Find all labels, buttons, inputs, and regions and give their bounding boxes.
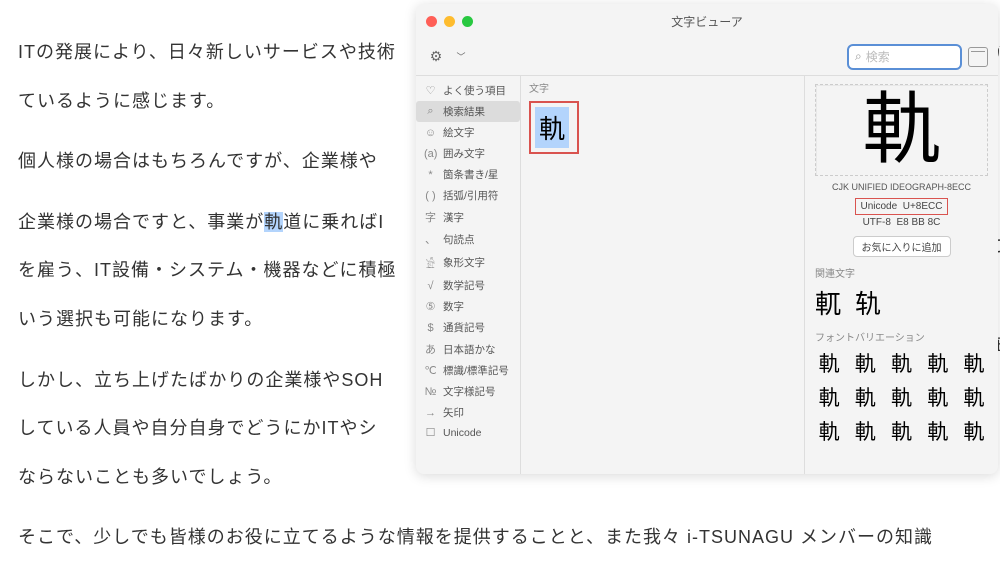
sidebar-item-signs[interactable]: ℃標識/標準記号 bbox=[416, 360, 520, 381]
search-placeholder: 検索 bbox=[866, 48, 890, 65]
sidebar-item-favorites[interactable]: ♡よく使う項目 bbox=[416, 80, 520, 101]
results-pane: 文字 軌 bbox=[521, 76, 805, 474]
sidebar-item-currency[interactable]: $通貨記号 bbox=[416, 317, 520, 338]
char-name: CJK UNIFIED IDEOGRAPH-8ECC bbox=[815, 182, 988, 192]
preview-char: 軌 bbox=[815, 84, 988, 176]
clock-icon: ♡ bbox=[424, 84, 437, 97]
window-title: 文字ビューア bbox=[416, 13, 998, 30]
variation-char[interactable]: 軌 bbox=[887, 416, 915, 446]
variation-char[interactable]: 軌 bbox=[851, 348, 879, 378]
variation-char[interactable]: 軌 bbox=[815, 416, 843, 446]
variation-char[interactable]: 軌 bbox=[960, 382, 988, 412]
sidebar-item-bullets[interactable]: *箇条書き/星 bbox=[416, 164, 520, 185]
sidebar-item-unicode[interactable]: ☐Unicode bbox=[416, 423, 520, 442]
sidebar-item-arrows[interactable]: →矢印 bbox=[416, 402, 520, 423]
smile-icon: ☺ bbox=[424, 127, 437, 139]
variation-char[interactable]: 軌 bbox=[960, 416, 988, 446]
titlebar: 文字ビューア bbox=[416, 4, 998, 38]
chevron-down-icon[interactable]: ﹀ bbox=[451, 47, 471, 67]
dollar-icon: $ bbox=[424, 322, 437, 334]
unicode-codepoint: Unicode U+8ECC bbox=[855, 198, 947, 215]
results-label: 文字 bbox=[529, 80, 796, 95]
sidebar-item-search-results[interactable]: ⌕検索結果 bbox=[416, 101, 520, 122]
variation-label: フォントバリエーション bbox=[815, 329, 988, 344]
variation-char[interactable]: 軌 bbox=[815, 382, 843, 412]
sidebar-item-letterlike[interactable]: №文字様記号 bbox=[416, 381, 520, 402]
sidebar: ♡よく使う項目 ⌕検索結果 ☺絵文字 (a)囲み文字 *箇条書き/星 ( )括弧… bbox=[416, 76, 521, 474]
search-icon: ⌕ bbox=[855, 49, 862, 64]
highlighted-char: 軌 bbox=[264, 212, 283, 232]
variation-char[interactable]: 軌 bbox=[924, 382, 952, 412]
variation-char[interactable]: 軌 bbox=[924, 416, 952, 446]
character-viewer-window: 文字ビューア ⚙ ﹀ ⌕ 検索 ♡よく使う項目 ⌕検索結果 ☺絵文字 (a)囲み… bbox=[416, 4, 998, 474]
sidebar-item-brackets[interactable]: ( )括弧/引用符 bbox=[416, 185, 520, 206]
sign-icon: ℃ bbox=[424, 364, 437, 377]
variation-char[interactable]: 軌 bbox=[887, 348, 915, 378]
toolbar: ⚙ ﹀ ⌕ 検索 bbox=[416, 38, 998, 76]
related-chars: 軏 轨 bbox=[815, 284, 988, 321]
sidebar-item-enclosed[interactable]: (a)囲み文字 bbox=[416, 143, 520, 164]
letterlike-icon: № bbox=[424, 386, 437, 398]
sidebar-item-kanji[interactable]: 字漢字 bbox=[416, 206, 520, 228]
kanji-icon: 字 bbox=[424, 209, 437, 225]
result-char[interactable]: 軌 bbox=[535, 107, 569, 148]
related-char[interactable]: 轨 bbox=[855, 284, 881, 321]
enclosed-icon: (a) bbox=[424, 148, 437, 160]
picto-icon: 𓀀 bbox=[424, 253, 437, 272]
bracket-icon: ( ) bbox=[424, 190, 437, 202]
search-icon: ⌕ bbox=[424, 105, 437, 118]
variation-char[interactable]: 軌 bbox=[924, 348, 952, 378]
digit-icon: ⑤ bbox=[424, 300, 437, 313]
result-highlight-box: 軌 bbox=[529, 101, 579, 154]
arrow-icon: → bbox=[424, 407, 437, 419]
variation-char[interactable]: 軌 bbox=[960, 348, 988, 378]
gear-icon[interactable]: ⚙ bbox=[426, 47, 446, 67]
punct-icon: 、 bbox=[424, 231, 437, 247]
sidebar-item-punctuation[interactable]: 、句読点 bbox=[416, 228, 520, 250]
kana-icon: あ bbox=[424, 341, 437, 357]
utf8-bytes: UTF-8 E8 BB 8C bbox=[863, 217, 941, 228]
star-icon: * bbox=[424, 169, 437, 181]
search-input[interactable]: ⌕ 検索 bbox=[847, 44, 962, 70]
variation-char[interactable]: 軌 bbox=[851, 382, 879, 412]
detail-pane: 軌 CJK UNIFIED IDEOGRAPH-8ECC Unicode U+8… bbox=[805, 76, 998, 474]
add-favorite-button[interactable]: お気に入りに追加 bbox=[853, 236, 951, 257]
square-icon: ☐ bbox=[424, 426, 437, 439]
variation-char[interactable]: 軌 bbox=[815, 348, 843, 378]
sqrt-icon: √ bbox=[424, 280, 437, 292]
sidebar-item-pictographs[interactable]: 𓀀象形文字 bbox=[416, 250, 520, 275]
related-char[interactable]: 軏 bbox=[815, 284, 841, 321]
related-label: 関連文字 bbox=[815, 265, 988, 280]
sidebar-item-digits[interactable]: ⑤数字 bbox=[416, 296, 520, 317]
sidebar-item-emoji[interactable]: ☺絵文字 bbox=[416, 122, 520, 143]
variation-char[interactable]: 軌 bbox=[887, 382, 915, 412]
sidebar-item-math[interactable]: √数学記号 bbox=[416, 275, 520, 296]
collapse-icon[interactable] bbox=[968, 47, 988, 67]
font-variations: 軌 軌 軌 軌 軌 軌 軌 軌 軌 軌 軌 軌 軌 軌 軌 bbox=[815, 348, 988, 446]
variation-char[interactable]: 軌 bbox=[851, 416, 879, 446]
sidebar-item-kana[interactable]: あ日本語かな bbox=[416, 338, 520, 360]
